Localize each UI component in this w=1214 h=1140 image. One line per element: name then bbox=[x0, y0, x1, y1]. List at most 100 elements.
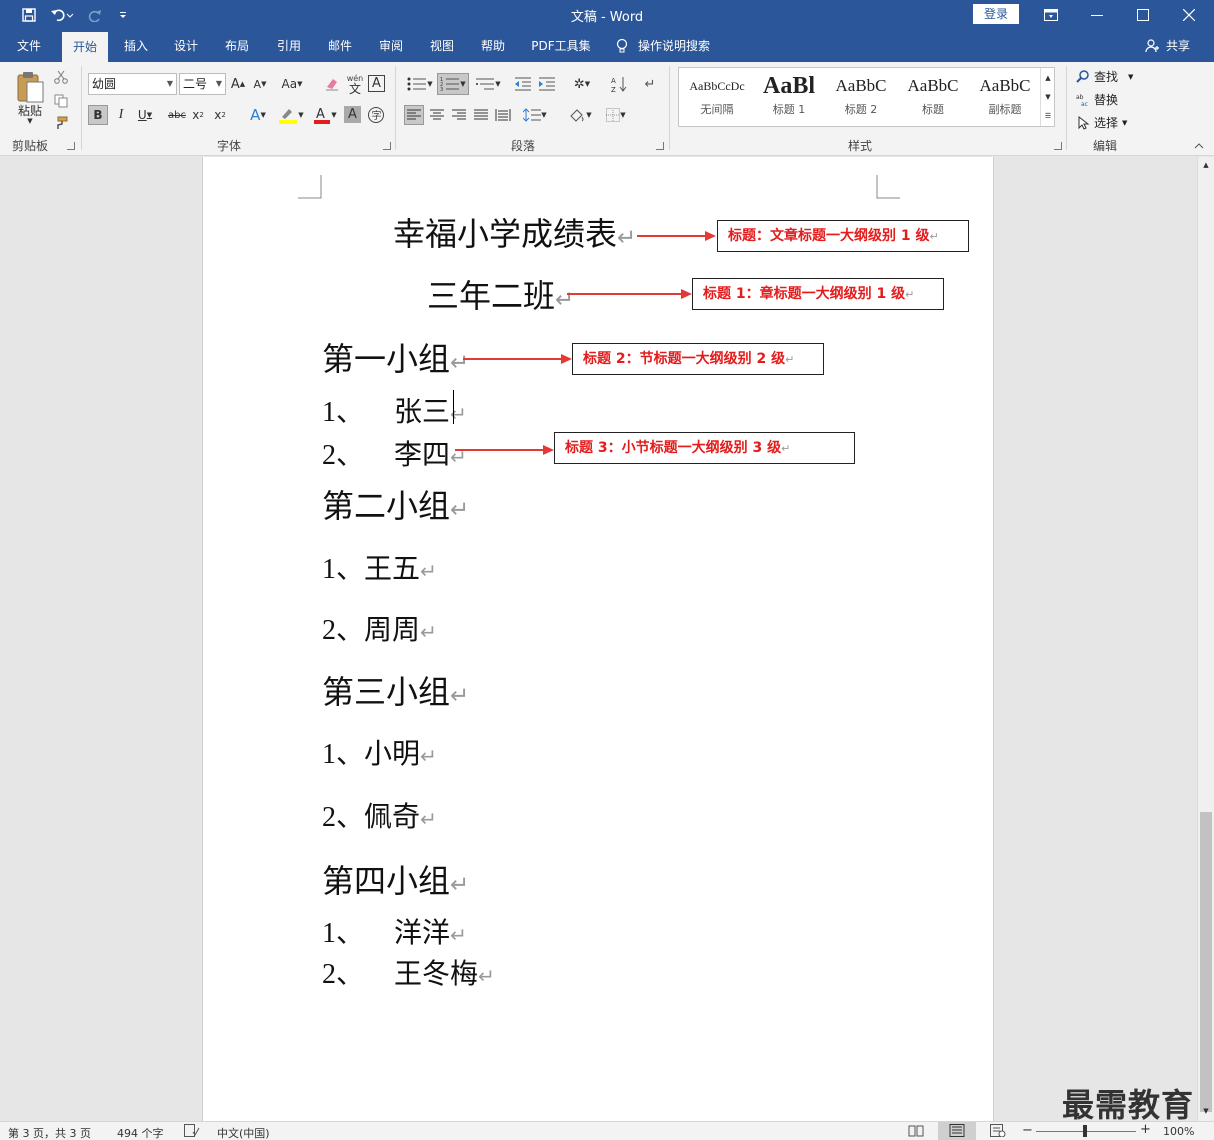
superscript-icon[interactable]: x2 bbox=[212, 105, 228, 125]
paragraph-launcher-icon[interactable] bbox=[656, 142, 664, 150]
tab-view[interactable]: 视图 bbox=[420, 30, 464, 62]
zoom-level[interactable]: 100% bbox=[1163, 1125, 1194, 1138]
line-spacing-icon[interactable]: ▼ bbox=[520, 105, 550, 125]
borders-icon[interactable]: ▼ bbox=[600, 105, 632, 125]
font-color-icon[interactable]: A ▼ bbox=[310, 105, 340, 125]
maximize-icon[interactable] bbox=[1120, 0, 1166, 30]
minimize-icon[interactable] bbox=[1074, 0, 1120, 30]
tab-review[interactable]: 审阅 bbox=[369, 30, 413, 62]
login-button[interactable]: 登录 bbox=[973, 4, 1019, 24]
scroll-down-icon[interactable]: ▼ bbox=[1198, 1105, 1214, 1117]
sort-icon[interactable]: AZ bbox=[608, 74, 630, 94]
group-heading[interactable]: 第一小组↵ bbox=[322, 334, 469, 380]
enclose-characters-icon[interactable]: 字 bbox=[366, 105, 386, 125]
copy-icon[interactable] bbox=[52, 92, 70, 110]
tab-home[interactable]: 开始 bbox=[62, 32, 108, 62]
word-count[interactable]: 494 个字 bbox=[117, 1125, 164, 1140]
strikethrough-icon[interactable]: abc bbox=[166, 105, 188, 125]
paste-icon[interactable] bbox=[12, 68, 48, 106]
zoom-in-icon[interactable]: + bbox=[1140, 1122, 1151, 1137]
decrease-indent-icon[interactable] bbox=[512, 74, 534, 94]
justify-icon[interactable] bbox=[471, 105, 491, 125]
scroll-up-icon[interactable]: ▲ bbox=[1198, 159, 1214, 171]
change-case-button[interactable]: Aa ▼ bbox=[278, 74, 306, 94]
page-count[interactable]: 第 3 页，共 3 页 bbox=[8, 1125, 91, 1140]
ribbon-display-options-icon[interactable] bbox=[1028, 0, 1074, 30]
style-heading-2[interactable]: AaBbC 标题 2 bbox=[825, 68, 897, 126]
find-button[interactable]: 查找 ▼ bbox=[1076, 68, 1133, 85]
list-item[interactable]: 2、 王冬梅↵ bbox=[322, 952, 495, 992]
close-icon[interactable] bbox=[1166, 0, 1212, 30]
vertical-scrollbar[interactable]: ▲ ▼ bbox=[1197, 157, 1214, 1121]
style-subtitle[interactable]: AaBbC 副标题 bbox=[969, 68, 1041, 126]
clear-formatting-icon[interactable] bbox=[322, 74, 342, 94]
underline-icon[interactable]: U ▼ bbox=[134, 105, 156, 125]
class-heading[interactable]: 三年二班↵ bbox=[427, 271, 574, 317]
font-name-combo[interactable]: 幼圆 ▼ bbox=[88, 73, 177, 95]
subscript-icon[interactable]: x2 bbox=[190, 105, 206, 125]
group-heading[interactable]: 第三小组↵ bbox=[322, 667, 469, 713]
zoom-slider-thumb[interactable] bbox=[1083, 1125, 1087, 1137]
zoom-out-icon[interactable]: − bbox=[1022, 1123, 1033, 1138]
format-painter-icon[interactable] bbox=[52, 114, 70, 132]
phonetic-guide-button[interactable]: wén 文 bbox=[346, 72, 364, 96]
style-heading-1[interactable]: AaBl 标题 1 bbox=[753, 68, 825, 126]
grow-font-icon[interactable]: A ▲ bbox=[230, 74, 246, 94]
paste-dropdown-icon[interactable]: ▼ bbox=[20, 116, 40, 126]
align-left-icon[interactable] bbox=[404, 105, 424, 125]
list-item[interactable]: 1、 张三↵ bbox=[322, 390, 467, 430]
increase-indent-icon[interactable] bbox=[536, 74, 558, 94]
group-heading[interactable]: 第二小组↵ bbox=[322, 481, 469, 527]
list-item[interactable]: 2、 李四↵ bbox=[322, 433, 467, 473]
tab-help[interactable]: 帮助 bbox=[471, 30, 515, 62]
list-item[interactable]: 1、 洋洋↵ bbox=[322, 911, 467, 951]
list-item[interactable]: 1、小明↵ bbox=[322, 732, 437, 772]
list-item[interactable]: 2、佩奇↵ bbox=[322, 795, 437, 835]
group-heading[interactable]: 第四小组↵ bbox=[322, 856, 469, 902]
font-size-combo[interactable]: 二号 ▼ bbox=[179, 73, 226, 95]
collapse-ribbon-icon[interactable] bbox=[1192, 140, 1206, 152]
align-right-icon[interactable] bbox=[449, 105, 469, 125]
numbering-icon[interactable]: 1 2 3 ▼ bbox=[437, 73, 469, 95]
font-launcher-icon[interactable] bbox=[383, 142, 391, 150]
share-button[interactable]: 共享 bbox=[1162, 30, 1194, 62]
select-button[interactable]: 选择 ▼ bbox=[1076, 114, 1127, 131]
list-item[interactable]: 2、周周↵ bbox=[322, 608, 437, 648]
italic-icon[interactable]: I bbox=[112, 105, 130, 125]
tab-mailings[interactable]: 邮件 bbox=[318, 30, 362, 62]
tab-file[interactable]: 文件 bbox=[4, 30, 54, 62]
distributed-icon[interactable] bbox=[493, 105, 513, 125]
tab-design[interactable]: 设计 bbox=[164, 30, 208, 62]
document-page[interactable]: 幸福小学成绩表↵ 三年二班↵ 第一小组↵ 1、 张三↵ 2、 李四↵ 第二小组↵ 1… bbox=[202, 157, 994, 1121]
align-center-icon[interactable] bbox=[427, 105, 447, 125]
show-formatting-marks-icon[interactable]: ↵ bbox=[640, 74, 660, 94]
print-layout-icon[interactable] bbox=[938, 1122, 976, 1140]
gallery-down-icon[interactable]: ▼ bbox=[1041, 87, 1055, 106]
styles-launcher-icon[interactable] bbox=[1054, 142, 1062, 150]
list-item[interactable]: 1、王五↵ bbox=[322, 547, 437, 587]
highlight-color-icon[interactable]: ▼ bbox=[276, 105, 306, 125]
character-border-icon[interactable]: A bbox=[368, 75, 385, 92]
tab-references[interactable]: 引用 bbox=[267, 30, 311, 62]
cut-icon[interactable] bbox=[52, 68, 70, 86]
chinese-layout-icon[interactable]: ✲ ▼ bbox=[566, 74, 598, 94]
shading-icon[interactable]: ▼ bbox=[564, 105, 596, 125]
shrink-font-icon[interactable]: A ▼ bbox=[252, 74, 268, 94]
read-mode-icon[interactable] bbox=[908, 1124, 924, 1140]
bold-icon[interactable]: B bbox=[88, 105, 108, 125]
document-title[interactable]: 幸福小学成绩表↵ bbox=[393, 209, 636, 255]
tell-me-search[interactable]: 操作说明搜索 bbox=[638, 30, 728, 62]
style-title[interactable]: AaBbC 标题 bbox=[897, 68, 969, 126]
text-effects-icon[interactable]: A ▼ bbox=[244, 105, 272, 125]
tab-layout[interactable]: 布局 bbox=[215, 30, 259, 62]
tab-insert[interactable]: 插入 bbox=[114, 30, 158, 62]
web-layout-icon[interactable] bbox=[990, 1124, 1006, 1140]
gallery-up-icon[interactable]: ▲ bbox=[1041, 68, 1055, 87]
replace-button[interactable]: ab ac 替换 bbox=[1076, 91, 1118, 108]
character-shading-icon[interactable]: A bbox=[344, 106, 361, 123]
bullets-icon[interactable]: ▼ bbox=[404, 74, 436, 94]
gallery-more-icon[interactable]: ☰ bbox=[1041, 106, 1055, 125]
clipboard-launcher-icon[interactable] bbox=[67, 142, 75, 150]
language-indicator[interactable]: 中文(中国) bbox=[217, 1125, 270, 1140]
multilevel-list-icon[interactable]: ▼ bbox=[472, 74, 504, 94]
